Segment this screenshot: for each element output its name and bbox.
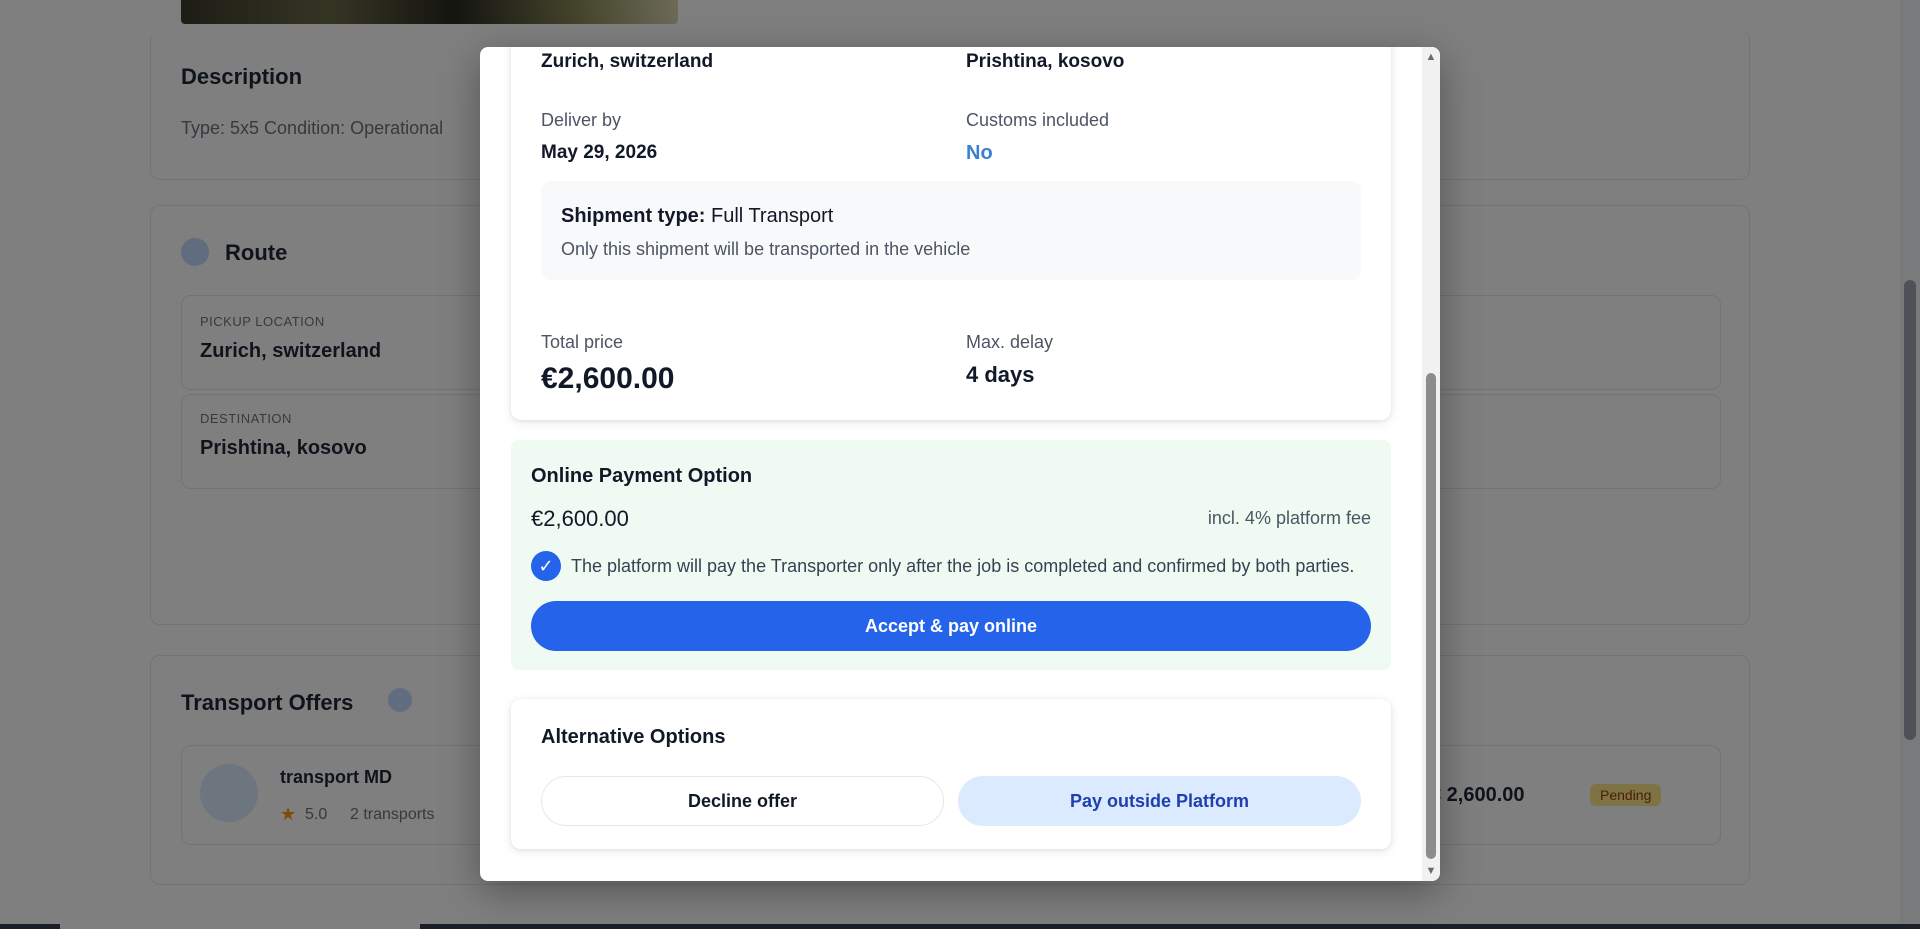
platform-fee-note: incl. 4% platform fee xyxy=(1207,508,1371,528)
route-to: Prishtina, kosovo xyxy=(966,51,1125,72)
pay-outside-platform-button[interactable]: Pay outside Platform xyxy=(958,776,1361,826)
max-delay-value: 4 days xyxy=(966,362,1035,387)
shipment-type-line: Shipment type: Full Transport xyxy=(561,205,833,228)
shipment-type-note: Only this shipment will be transported i… xyxy=(561,239,971,259)
online-payment-title: Online Payment Option xyxy=(531,465,753,487)
online-payment-card: Online Payment Option €2,600.00 incl. 4%… xyxy=(511,440,1391,670)
customs-value: No xyxy=(966,142,993,164)
customs-label: Customs included xyxy=(966,110,1110,130)
total-price-label: Total price xyxy=(541,332,624,352)
modal-scrollbar[interactable]: ▲ ▼ xyxy=(1422,47,1440,881)
offer-modal: Zurich, switzerland Prishtina, kosovo De… xyxy=(480,47,1440,881)
check-icon: ✓ xyxy=(531,551,561,581)
shipment-type-label: Shipment type: xyxy=(561,205,706,227)
modal-scrollbar-thumb[interactable] xyxy=(1426,373,1436,859)
online-payment-amount: €2,600.00 xyxy=(531,506,629,531)
route-from: Zurich, switzerland xyxy=(541,51,714,72)
shipment-type-value: Full Transport xyxy=(711,205,834,227)
payment-guarantee-note: The platform will pay the Transporter on… xyxy=(571,556,1355,576)
deliver-by-value: May 29, 2026 xyxy=(541,142,658,163)
alternative-options-title: Alternative Options xyxy=(541,726,726,748)
scroll-up-arrow-icon[interactable]: ▲ xyxy=(1425,51,1437,63)
shipment-type-box: Shipment type: Full Transport Only this … xyxy=(541,181,1361,280)
offer-details-card: Zurich, switzerland Prishtina, kosovo De… xyxy=(511,47,1391,420)
decline-offer-button[interactable]: Decline offer xyxy=(541,776,944,826)
deliver-by-label: Deliver by xyxy=(541,110,622,130)
total-price-value: €2,600.00 xyxy=(541,362,675,395)
max-delay-label: Max. delay xyxy=(966,332,1054,352)
alternative-options-card: Alternative Options Decline offer Pay ou… xyxy=(511,699,1391,849)
scroll-down-arrow-icon[interactable]: ▼ xyxy=(1425,865,1437,877)
modal-content: Zurich, switzerland Prishtina, kosovo De… xyxy=(480,47,1440,881)
accept-pay-online-button[interactable]: Accept & pay online xyxy=(531,601,1371,651)
